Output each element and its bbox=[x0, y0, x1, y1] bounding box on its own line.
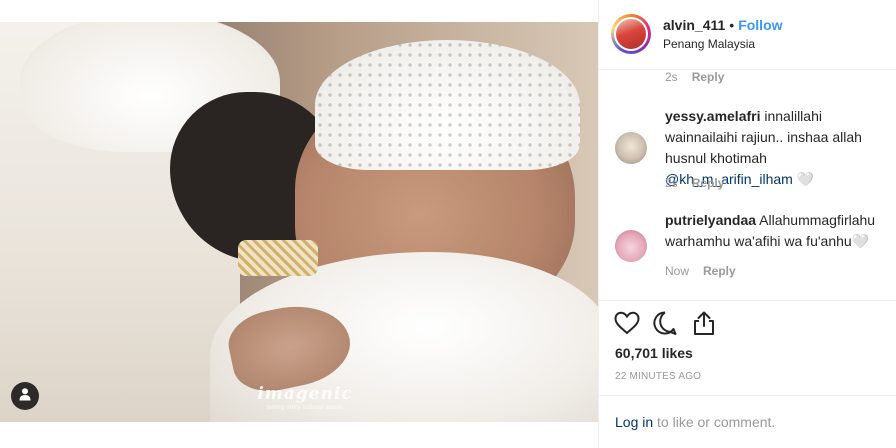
author-avatar-inner bbox=[614, 17, 648, 51]
comment-text: putrielyandaa Allahummagfirlahu warhamhu… bbox=[665, 210, 890, 252]
author-row: alvin_411 • Follow bbox=[663, 17, 783, 33]
post-header: alvin_411 • Follow Penang Malaysia bbox=[599, 0, 896, 70]
post-photo[interactable]: imagenic telling story without words bbox=[0, 22, 598, 422]
separator-dot: • bbox=[729, 17, 735, 33]
commenter-avatar[interactable] bbox=[615, 132, 647, 164]
login-prompt: Log in to like or comment. bbox=[615, 414, 775, 430]
comment-meta: 2s Reply bbox=[665, 70, 724, 84]
comment-meta: 2s Reply bbox=[665, 176, 724, 190]
commenter-avatar[interactable] bbox=[615, 230, 647, 262]
post-actions: 60,701 likes 22 MINUTES AGO bbox=[599, 300, 896, 395]
heart-icon bbox=[614, 311, 640, 340]
follow-button[interactable]: Follow bbox=[738, 17, 782, 33]
user-tag-button[interactable] bbox=[11, 382, 39, 410]
comment-time[interactable]: 2s bbox=[665, 176, 678, 190]
share-icon bbox=[692, 310, 716, 341]
author-username[interactable]: alvin_411 bbox=[663, 17, 725, 33]
comment-body-end: 🤍 bbox=[792, 171, 815, 187]
photo-embroidered-collar bbox=[238, 240, 318, 276]
login-link[interactable]: Log in bbox=[615, 414, 653, 430]
photo-watermark: imagenic telling story without words bbox=[250, 384, 360, 411]
comments-list: 2s Reply yessy.amelafri innalillahi wainn… bbox=[599, 70, 896, 300]
comment-time[interactable]: Now bbox=[665, 264, 689, 278]
reply-button[interactable]: Reply bbox=[692, 176, 725, 190]
comment-bubble-icon bbox=[652, 310, 678, 341]
reply-button[interactable]: Reply bbox=[703, 264, 736, 278]
author-avatar-image bbox=[616, 19, 646, 49]
like-button[interactable] bbox=[613, 311, 641, 339]
post-side-panel: alvin_411 • Follow Penang Malaysia 2s Reply… bbox=[598, 0, 896, 448]
comment-time[interactable]: 2s bbox=[665, 70, 678, 84]
login-prompt-bar: Log in to like or comment. bbox=[599, 395, 896, 448]
watermark-title: imagenic bbox=[257, 384, 353, 404]
user-tag-icon bbox=[18, 387, 32, 406]
watermark-subtitle: telling story without words bbox=[266, 405, 344, 411]
comment-meta: Now Reply bbox=[665, 264, 736, 278]
comment-button[interactable] bbox=[651, 310, 679, 341]
post-timestamp[interactable]: 22 MINUTES AGO bbox=[615, 371, 701, 382]
photo-prayer-cap bbox=[315, 40, 580, 170]
reply-button[interactable]: Reply bbox=[692, 70, 725, 84]
post-location[interactable]: Penang Malaysia bbox=[663, 37, 755, 51]
author-avatar[interactable] bbox=[611, 14, 651, 54]
post-media: imagenic telling story without words bbox=[0, 0, 598, 448]
login-prompt-text: to like or comment. bbox=[653, 414, 776, 430]
share-button[interactable] bbox=[690, 311, 718, 339]
like-count[interactable]: 60,701 likes bbox=[615, 345, 693, 361]
commenter-username[interactable]: putrielyandaa bbox=[665, 212, 756, 228]
commenter-username[interactable]: yessy.amelafri bbox=[665, 108, 760, 124]
